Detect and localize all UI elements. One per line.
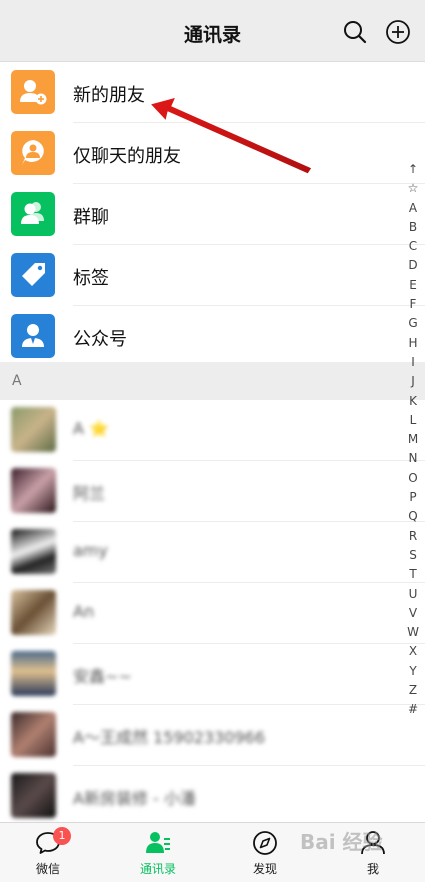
index-letter[interactable]: N <box>409 449 418 468</box>
contact-name: A新房装修 - 小潘 <box>73 789 196 808</box>
official-account-icon <box>11 314 55 358</box>
index-letter[interactable]: A <box>409 199 417 218</box>
index-letter[interactable]: O <box>408 469 417 488</box>
contact-item[interactable]: 安鑫~~ <box>0 644 425 705</box>
new-friends-row[interactable]: 新的朋友 <box>0 62 425 123</box>
tab-chats[interactable]: 1 微信 <box>13 823 83 883</box>
index-letter[interactable]: H <box>408 334 417 353</box>
contact-name: 安鑫~~ <box>73 667 132 686</box>
contact-item[interactable]: amy <box>0 522 425 583</box>
tag-icon <box>11 253 55 297</box>
top-header: 通讯录 <box>0 0 425 62</box>
unread-badge: 1 <box>53 827 71 845</box>
index-letter[interactable]: X <box>409 642 417 661</box>
chat-only-friends-row[interactable]: 仅聊天的朋友 <box>0 123 425 184</box>
plus-circle-icon[interactable] <box>385 19 411 45</box>
tab-contacts-label: 通讯录 <box>139 862 176 876</box>
index-letter[interactable]: G <box>408 314 417 333</box>
contact-item[interactable]: A新房装修 - 小潘 <box>0 766 425 827</box>
contact-item[interactable]: An <box>0 583 425 644</box>
avatar <box>11 468 56 513</box>
index-letter[interactable]: P <box>409 488 416 507</box>
section-letter: A <box>12 373 22 389</box>
avatar <box>11 590 56 635</box>
tab-contacts[interactable]: 通讯录 <box>123 823 193 883</box>
official-accounts-row[interactable]: 公众号 <box>0 306 425 367</box>
avatar <box>11 651 56 696</box>
index-letter[interactable]: C <box>409 237 417 256</box>
add-friend-icon <box>11 70 55 114</box>
watermark: Bai 经验 <box>300 830 383 854</box>
contacts-icon <box>146 832 170 853</box>
contact-name: amy <box>73 541 108 560</box>
avatar <box>11 773 56 818</box>
index-letter[interactable]: I <box>411 353 415 372</box>
index-letter[interactable]: R <box>409 527 417 546</box>
new-friends-label: 新的朋友 <box>73 85 145 106</box>
tab-me-label: 我 <box>366 862 379 876</box>
index-letter[interactable]: F <box>410 295 417 314</box>
tab-chats-label: 微信 <box>35 862 60 876</box>
group-chat-icon <box>11 192 55 236</box>
index-letter[interactable]: B <box>409 218 417 237</box>
section-header-a: A <box>0 362 425 400</box>
contact-name: A～王成然 15902330966 <box>73 728 266 747</box>
chat-only-icon <box>11 131 55 175</box>
index-letter[interactable]: ↑ <box>408 160 418 179</box>
contact-item[interactable]: A～王成然 15902330966 <box>0 705 425 766</box>
contact-item[interactable]: 阿兰 <box>0 461 425 522</box>
index-letter[interactable]: S <box>409 546 417 565</box>
group-chats-row[interactable]: 群聊 <box>0 184 425 245</box>
contact-name: A ⭐ <box>73 419 109 438</box>
avatar <box>11 529 56 574</box>
avatar <box>11 712 56 757</box>
index-letter[interactable]: Z <box>409 681 417 700</box>
index-letter[interactable]: T <box>409 565 416 584</box>
index-letter[interactable]: E <box>409 276 417 295</box>
index-letter[interactable]: L <box>410 411 417 430</box>
index-letter[interactable]: Q <box>408 507 417 526</box>
index-letter[interactable]: # <box>408 700 418 719</box>
index-letter[interactable]: J <box>411 372 415 391</box>
search-icon[interactable] <box>342 19 368 45</box>
contact-item[interactable]: A ⭐ <box>0 400 425 461</box>
chat-only-friends-label: 仅聊天的朋友 <box>73 146 181 167</box>
compass-icon <box>253 831 277 855</box>
tab-discover-label: 发现 <box>252 862 277 876</box>
index-letter[interactable]: M <box>408 430 418 449</box>
index-letter[interactable]: K <box>409 392 417 411</box>
index-letter[interactable]: U <box>409 585 418 604</box>
contact-name: An <box>73 602 95 621</box>
index-letter[interactable]: V <box>409 604 417 623</box>
contact-name: 阿兰 <box>73 484 106 503</box>
index-letter[interactable]: ☆ <box>408 179 419 198</box>
avatar <box>11 407 56 452</box>
official-accounts-label: 公众号 <box>73 329 127 350</box>
tags-label: 标签 <box>73 268 109 289</box>
index-letter[interactable]: D <box>408 256 417 275</box>
index-letter[interactable]: Y <box>409 662 416 681</box>
group-chats-label: 群聊 <box>73 207 109 228</box>
tab-discover[interactable]: 发现 <box>230 823 300 883</box>
alphabet-index[interactable]: ↑ ☆ A B C D E F G H I J K L M N O P Q R S T U V W X Y Z # <box>405 160 421 720</box>
tags-row[interactable]: 标签 <box>0 245 425 306</box>
index-letter[interactable]: W <box>407 623 419 642</box>
